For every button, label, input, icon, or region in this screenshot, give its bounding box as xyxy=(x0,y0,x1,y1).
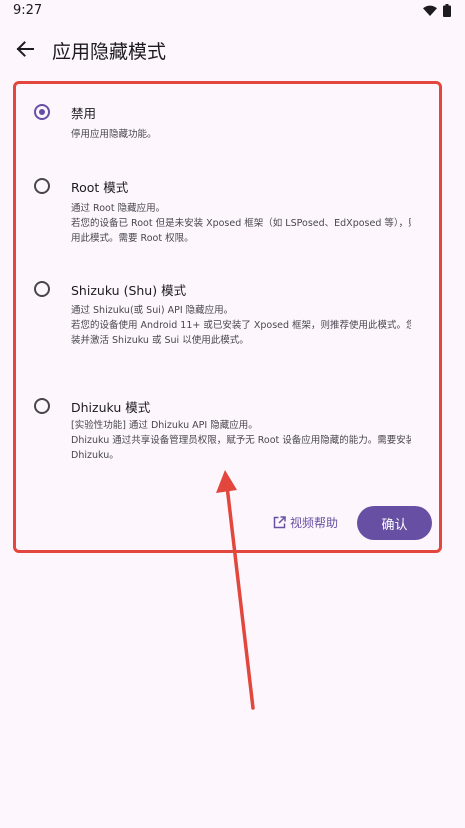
video-help-link[interactable]: 视频帮助 xyxy=(273,514,338,531)
page-title: 应用隐藏模式 xyxy=(52,41,167,63)
description-line: 用此模式。需要 Root 权限。 xyxy=(71,233,194,244)
option-description: 通过 Root 隐藏应用。 若您的设备已 Root 但是未安装 Xposed 框… xyxy=(71,201,411,246)
back-button[interactable] xyxy=(10,34,40,64)
option-title: Root 模式 xyxy=(71,180,129,195)
description-line: Dhizuku。 xyxy=(71,450,119,461)
description-line: 通过 Root 隐藏应用。 xyxy=(71,203,166,214)
description-line: [实验性功能] 通过 Dhizuku API 隐藏应用。 xyxy=(71,420,258,431)
description-line: 停用应用隐藏功能。 xyxy=(71,129,157,140)
radio-disabled[interactable] xyxy=(34,104,50,120)
option-title: Shizuku (Shu) 模式 xyxy=(71,283,187,298)
wifi-icon xyxy=(423,5,437,16)
description-line: 通过 Shizuku(或 Sui) API 隐藏应用。 xyxy=(71,305,234,316)
description-line: 装并激活 Shizuku 或 Sui 以使用此模式。 xyxy=(71,335,249,346)
video-help-label: 视频帮助 xyxy=(290,516,339,530)
radio-root-mode[interactable] xyxy=(34,178,50,194)
status-bar: 9:27 xyxy=(0,0,465,24)
description-line: 若您的设备使用 Android 11+ 或已安装了 Xposed 框架，则推荐使… xyxy=(71,320,411,331)
open-in-new-icon xyxy=(273,516,286,529)
confirm-button[interactable]: 确认 xyxy=(357,506,432,540)
option-title: 禁用 xyxy=(71,106,97,121)
arrow-back-icon xyxy=(16,41,34,57)
option-title: Dhizuku 模式 xyxy=(71,400,151,415)
option-description: [实验性功能] 通过 Dhizuku API 隐藏应用。 Dhizuku 通过共… xyxy=(71,418,411,463)
app-bar: 应用隐藏模式 xyxy=(0,28,465,72)
option-description: 停用应用隐藏功能。 xyxy=(71,127,411,142)
status-time: 9:27 xyxy=(13,3,43,18)
radio-dhizuku-mode[interactable] xyxy=(34,398,50,414)
option-description: 通过 Shizuku(或 Sui) API 隐藏应用。 若您的设备使用 Andr… xyxy=(71,303,411,348)
battery-icon xyxy=(443,4,451,17)
description-line: Dhizuku 通过共享设备管理员权限，赋予无 Root 设备应用隐藏的能力。需… xyxy=(71,435,411,446)
description-line: 若您的设备已 Root 但是未安装 Xposed 框架（如 LSPosed、Ed… xyxy=(71,218,411,229)
status-icons xyxy=(423,4,451,17)
radio-shizuku-mode[interactable] xyxy=(34,281,50,297)
options-panel: 禁用 停用应用隐藏功能。 Root 模式 通过 Root 隐藏应用。 若您的设备… xyxy=(13,81,442,553)
